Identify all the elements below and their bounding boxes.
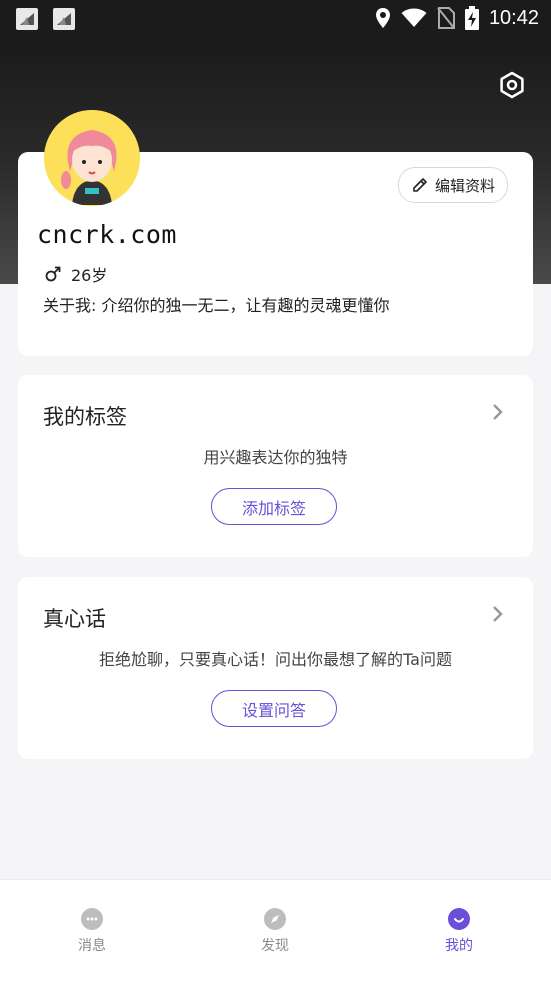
nav-label-me: 我的 [445,938,473,954]
true-words-title: 真心话 [43,607,106,631]
my-tags-title: 我的标签 [43,405,127,429]
nav-label-messages: 消息 [78,938,106,954]
nav-item-discover[interactable]: 发现 [215,880,335,982]
app-notification-icon [16,8,38,30]
gender-age: 26岁 [45,262,107,286]
add-tags-button[interactable]: 添加标签 [211,488,337,525]
bottom-nav: 消息 发现 我的 [0,879,551,982]
male-icon [45,266,61,282]
edit-profile-button[interactable]: 编辑资料 [397,167,508,203]
set-qa-button[interactable]: 设置问答 [211,690,337,727]
smile-icon [448,908,470,930]
nav-item-me[interactable]: 我的 [399,880,519,982]
settings-button[interactable] [497,70,527,100]
status-time: 10:42 [488,6,539,29]
age-label: 26岁 [71,266,108,285]
app-notification-icon [53,8,75,30]
compass-icon [264,908,286,930]
true-words-card: 真心话 拒绝尬聊，只要真心话！问出你最想了解的Ta问题 设置问答 [18,577,533,759]
chat-bubble-icon [81,908,103,930]
edit-profile-label: 编辑资料 [434,176,495,195]
status-bar: 10:42 [0,0,551,38]
location-icon [375,8,390,28]
true-words-description: 拒绝尬聊，只要真心话！问出你最想了解的Ta问题 [99,650,452,669]
username: cncrk.com [37,220,177,249]
my-tags-description: 用兴趣表达你的独特 [203,448,348,467]
my-tags-card: 我的标签 用兴趣表达你的独特 添加标签 [18,375,533,557]
about-me-text: 关于我: 介绍你的独一无二，让有趣的灵魂更懂你 [43,296,390,315]
nav-item-messages[interactable]: 消息 [32,880,152,982]
settings-hexagon-icon [500,71,524,99]
avatar[interactable] [44,110,140,206]
pencil-icon [413,178,427,192]
no-sim-icon [437,7,455,29]
battery-charging-icon [464,6,479,30]
nav-label-discover: 发现 [261,938,289,954]
wifi-icon [401,8,427,27]
chevron-right-icon[interactable] [491,605,503,623]
chevron-right-icon[interactable] [491,403,503,421]
